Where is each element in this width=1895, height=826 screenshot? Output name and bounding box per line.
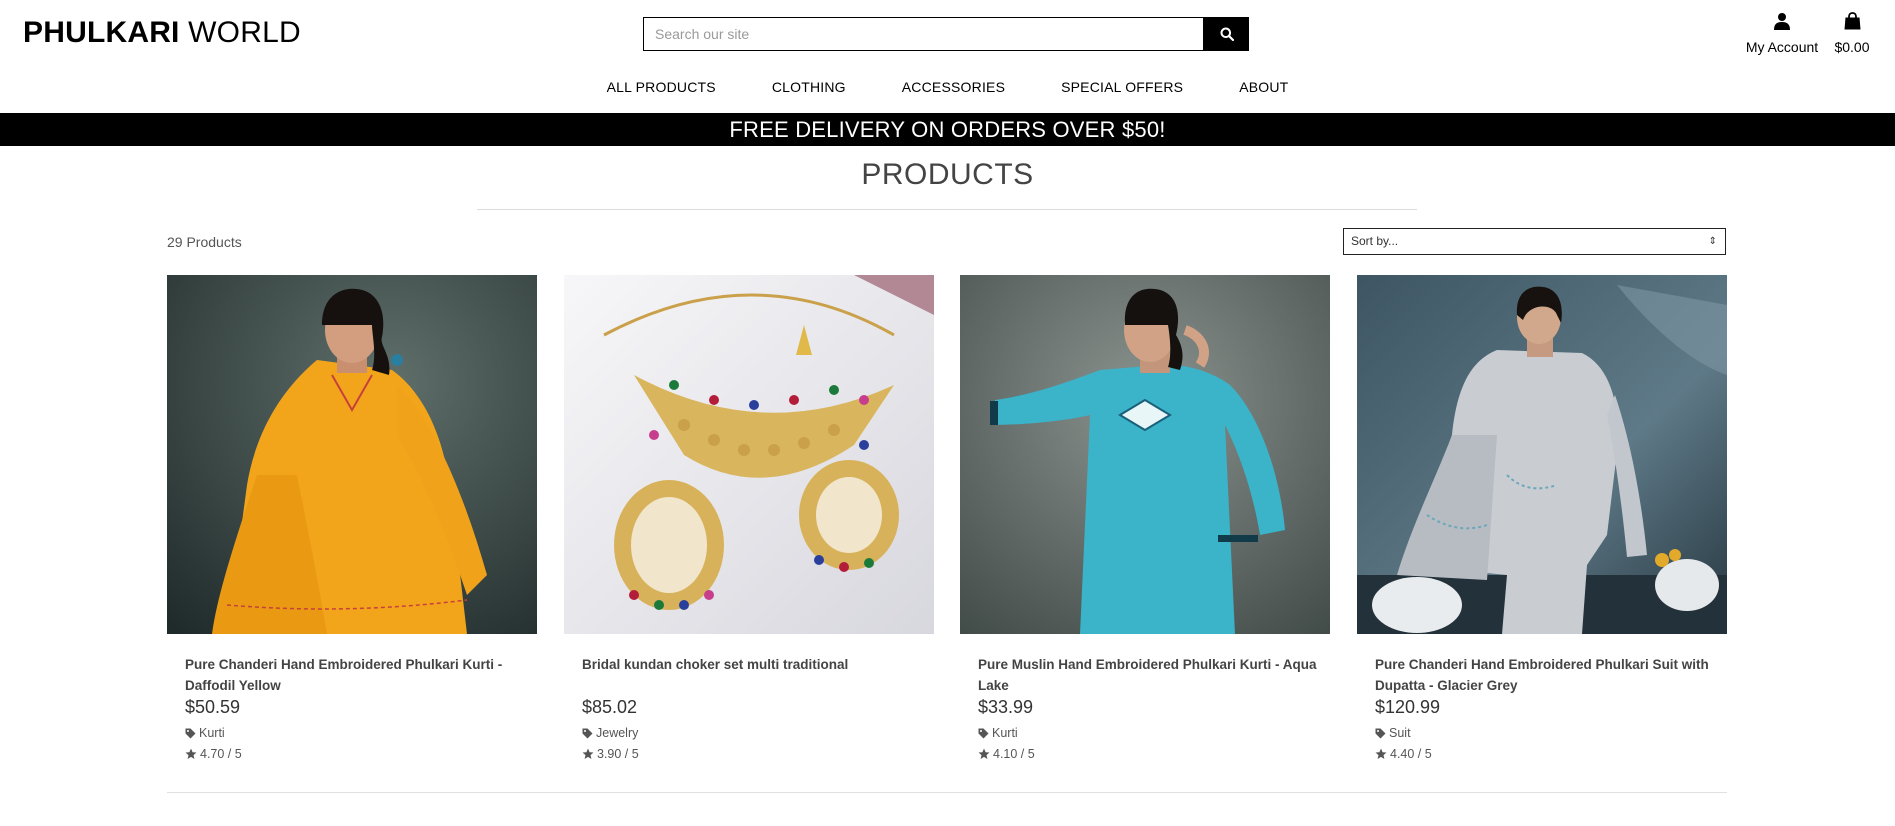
product-rating-value: 4.40 / 5	[1390, 747, 1432, 761]
product-rating-value: 3.90 / 5	[597, 747, 639, 761]
product-name[interactable]: Pure Chanderi Hand Embroidered Phulkari …	[1375, 654, 1715, 696]
product-price: $120.99	[1375, 697, 1441, 717]
logo-light: WORLD	[188, 16, 301, 49]
sort-selected: Sort by...	[1351, 234, 1399, 248]
product-rating-value: 4.10 / 5	[993, 747, 1035, 761]
product-rating: 4.70 / 5	[185, 747, 242, 761]
product-grid: Pure Chanderi Hand Embroidered Phulkari …	[167, 275, 1727, 775]
product-price: $33.99	[978, 697, 1034, 717]
search-form	[643, 17, 1249, 51]
search-button[interactable]	[1204, 17, 1249, 51]
grid-divider	[167, 792, 1727, 793]
product-rating: 4.10 / 5	[978, 747, 1035, 761]
nav-all-products[interactable]: ALL PRODUCTS	[607, 79, 716, 95]
star-icon	[1375, 748, 1387, 759]
shopping-bag-link[interactable]: $0.00	[1826, 12, 1878, 56]
product-card: Bridal kundan choker set multi tradition…	[564, 275, 934, 775]
product-rating: 4.40 / 5	[1375, 747, 1432, 761]
shopping-bag-icon	[1844, 12, 1860, 30]
product-count: 29 Products	[167, 234, 242, 250]
sort-select[interactable]: Sort by... ⇕	[1343, 228, 1726, 255]
site-header: PHULKARI WORLD My Account $0.00 ALL PROD…	[0, 0, 1895, 112]
product-category-label: Kurti	[199, 726, 225, 740]
product-image[interactable]	[167, 275, 537, 634]
nav-about[interactable]: ABOUT	[1239, 79, 1288, 95]
select-arrows-icon: ⇕	[1708, 236, 1717, 247]
product-rating-value: 4.70 / 5	[200, 747, 242, 761]
delivery-banner: FREE DELIVERY ON ORDERS OVER $50!	[0, 113, 1895, 146]
product-category[interactable]: Jewelry	[582, 726, 638, 740]
main-nav: ALL PRODUCTS CLOTHING ACCESSORIES SPECIA…	[0, 79, 1895, 99]
product-category-label: Suit	[1389, 726, 1411, 740]
product-category[interactable]: Kurti	[978, 726, 1018, 740]
star-icon	[582, 748, 594, 759]
bag-total: $0.00	[1834, 39, 1870, 55]
title-divider	[477, 209, 1417, 210]
tag-icon	[1375, 728, 1386, 739]
page-title: PRODUCTS	[861, 158, 1034, 191]
search-input[interactable]	[643, 17, 1204, 51]
product-category[interactable]: Kurti	[185, 726, 225, 740]
star-icon	[185, 748, 197, 759]
product-name[interactable]: Bridal kundan choker set multi tradition…	[582, 654, 922, 675]
product-name[interactable]: Pure Muslin Hand Embroidered Phulkari Ku…	[978, 654, 1318, 696]
product-image[interactable]	[564, 275, 934, 634]
product-image[interactable]	[1357, 275, 1727, 634]
logo-bold: PHULKARI	[23, 16, 180, 49]
user-icon	[1774, 13, 1790, 30]
search-icon	[1220, 27, 1234, 41]
product-name[interactable]: Pure Chanderi Hand Embroidered Phulkari …	[185, 654, 525, 696]
tag-icon	[582, 728, 593, 739]
nav-accessories[interactable]: ACCESSORIES	[902, 79, 1005, 95]
tag-icon	[185, 728, 196, 739]
product-card: Pure Muslin Hand Embroidered Phulkari Ku…	[960, 275, 1330, 775]
product-card: Pure Chanderi Hand Embroidered Phulkari …	[167, 275, 537, 775]
product-price: $50.59	[185, 697, 241, 717]
nav-special-offers[interactable]: SPECIAL OFFERS	[1061, 79, 1183, 95]
product-rating: 3.90 / 5	[582, 747, 639, 761]
product-category-label: Kurti	[992, 726, 1018, 740]
site-logo[interactable]: PHULKARI WORLD	[23, 16, 301, 50]
nav-clothing[interactable]: CLOTHING	[772, 79, 846, 95]
product-image[interactable]	[960, 275, 1330, 634]
product-price: $85.02	[582, 697, 638, 717]
tag-icon	[978, 728, 989, 739]
product-category-label: Jewelry	[596, 726, 639, 740]
star-icon	[978, 748, 990, 759]
product-card: Pure Chanderi Hand Embroidered Phulkari …	[1357, 275, 1727, 775]
product-category[interactable]: Suit	[1375, 726, 1411, 740]
